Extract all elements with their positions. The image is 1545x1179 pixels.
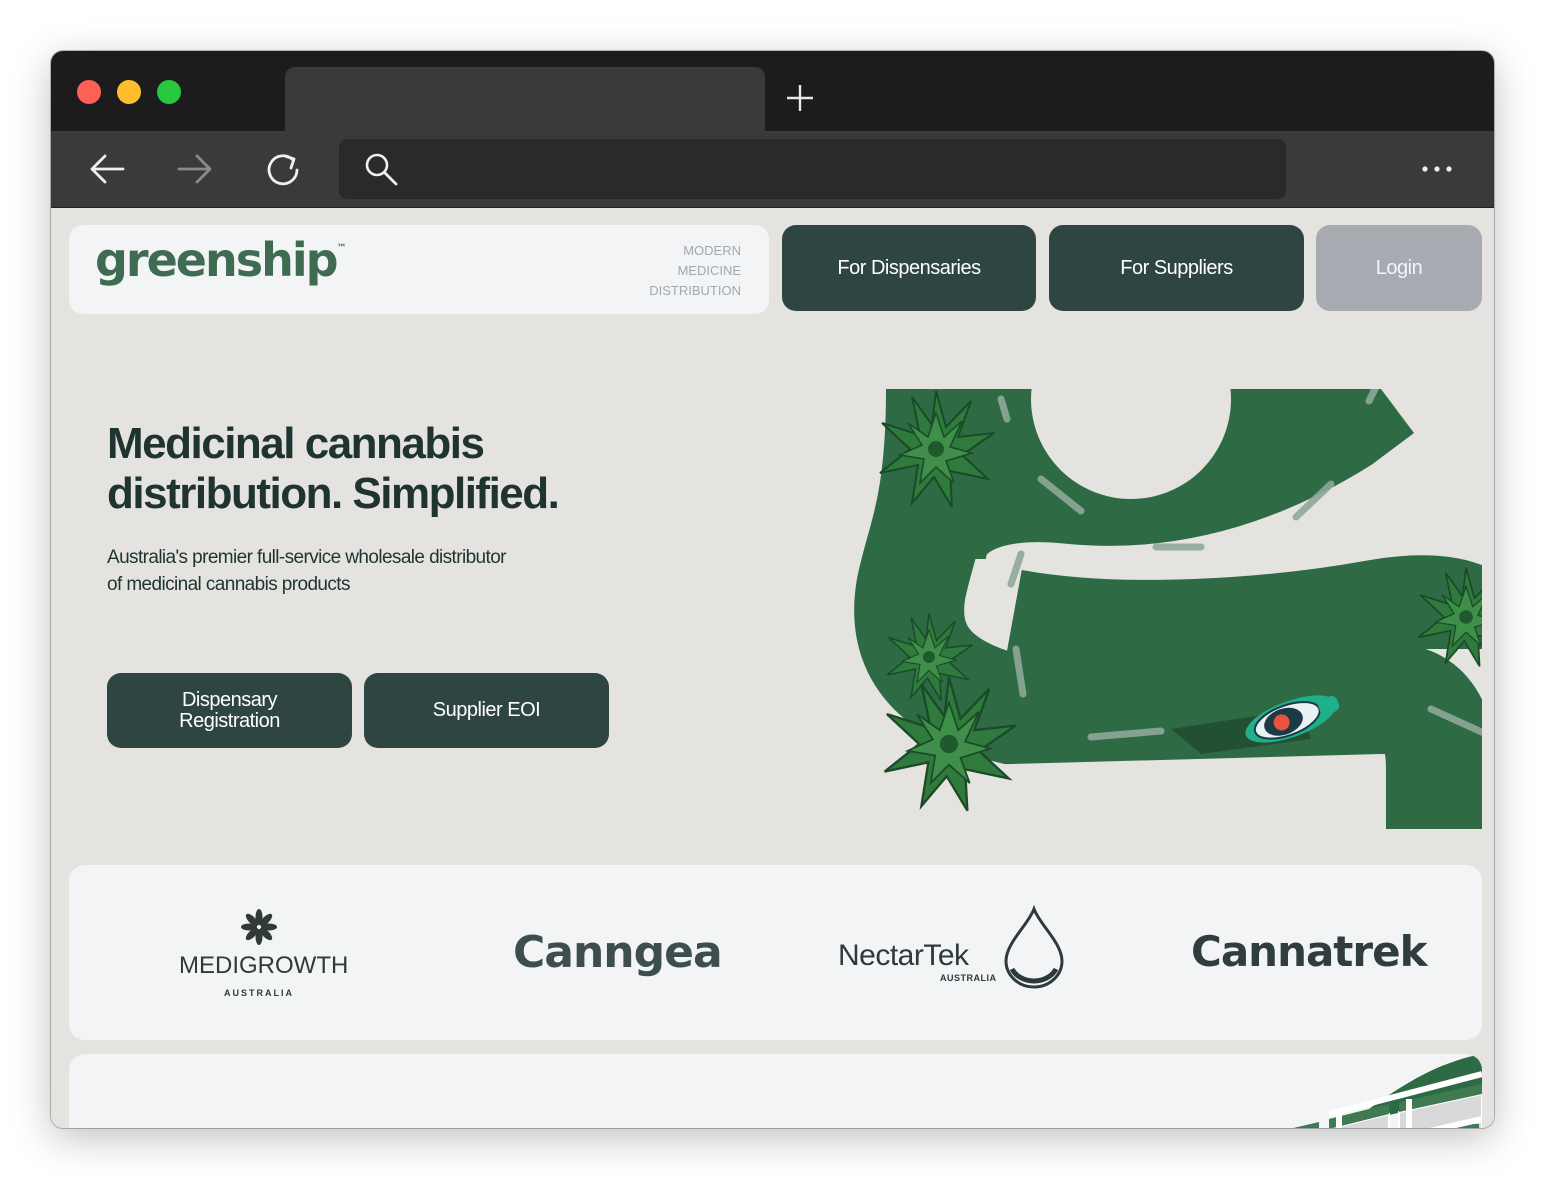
for-suppliers-button[interactable]: For Suppliers xyxy=(1049,225,1304,311)
address-bar[interactable] xyxy=(339,139,1286,199)
brand-header-card: greenship™ MODERN MEDICINE DISTRIBUTION xyxy=(69,225,769,314)
flower-icon xyxy=(241,909,277,945)
maximize-window-button[interactable] xyxy=(157,80,181,104)
greenship-logo[interactable]: greenship™ xyxy=(95,233,347,287)
nectartek-logo[interactable]: NectarTek AUSTRALIA xyxy=(838,905,1078,995)
logo-text: greenship xyxy=(95,233,339,287)
page-content: greenship™ MODERN MEDICINE DISTRIBUTION … xyxy=(51,209,1494,1128)
back-arrow-icon xyxy=(90,154,125,184)
cta-label-line: Registration xyxy=(179,709,280,732)
nectartek-subtitle: AUSTRALIA xyxy=(940,973,997,983)
hero-title: Medicinal cannabis distribution. Simplif… xyxy=(107,419,667,519)
cannatrek-logo[interactable]: Cannatrek xyxy=(1191,927,1428,976)
new-tab-button[interactable] xyxy=(785,83,815,113)
forward-button[interactable] xyxy=(175,149,215,189)
medigrowth-name: MEDIGROWTH xyxy=(179,952,349,979)
for-dispensaries-button[interactable]: For Dispensaries xyxy=(782,225,1036,311)
medigrowth-logo[interactable]: MEDIGROWTH AUSTRALIA xyxy=(179,909,349,998)
tagline-line: MODERN xyxy=(683,243,741,258)
browser-window: greenship™ MODERN MEDICINE DISTRIBUTION … xyxy=(51,51,1494,1128)
supplier-eoi-button[interactable]: Supplier EOI xyxy=(364,673,609,748)
tagline-line: MEDICINE xyxy=(677,263,741,278)
browser-toolbar xyxy=(51,131,1494,208)
back-button[interactable] xyxy=(87,149,127,189)
browser-tab[interactable] xyxy=(285,67,765,131)
plus-icon xyxy=(787,85,813,111)
minimize-window-button[interactable] xyxy=(117,80,141,104)
browser-titlebar xyxy=(51,51,1494,131)
partner-logos-card: MEDIGROWTH AUSTRALIA Canngea NectarTek A… xyxy=(69,865,1482,1040)
hero-title-line: distribution. Simplified. xyxy=(107,469,560,518)
search-icon xyxy=(365,153,398,186)
hero-subtitle: Australia's premier full-service wholesa… xyxy=(107,544,567,598)
forward-arrow-icon xyxy=(177,154,212,184)
dispensary-registration-button[interactable]: Dispensary Registration xyxy=(107,673,352,748)
hero-title-line: Medicinal cannabis xyxy=(107,419,485,468)
hero-subtitle-line: of medicinal cannabis products xyxy=(107,574,350,595)
hero-subtitle-line: Australia's premier full-service wholesa… xyxy=(107,547,506,568)
feature-card xyxy=(69,1054,1482,1128)
more-menu-button[interactable] xyxy=(1417,153,1457,185)
cta-label-line: Dispensary xyxy=(181,688,278,711)
tagline: MODERN MEDICINE DISTRIBUTION xyxy=(649,241,741,301)
warehouse-illustration xyxy=(1293,1054,1482,1128)
nectartek-name: NectarTek xyxy=(838,939,969,972)
tagline-line: DISTRIBUTION xyxy=(649,283,741,298)
logo-trademark: ™ xyxy=(336,243,347,254)
more-icon xyxy=(1422,166,1452,172)
hero-road-illustration xyxy=(854,389,1482,829)
canngea-logo[interactable]: Canngea xyxy=(513,927,723,978)
login-button[interactable]: Login xyxy=(1316,225,1482,311)
close-window-button[interactable] xyxy=(77,80,101,104)
reload-button[interactable] xyxy=(263,149,303,189)
reload-icon xyxy=(267,154,299,186)
medigrowth-subtitle: AUSTRALIA xyxy=(224,988,294,998)
droplet-icon xyxy=(1004,905,1064,989)
